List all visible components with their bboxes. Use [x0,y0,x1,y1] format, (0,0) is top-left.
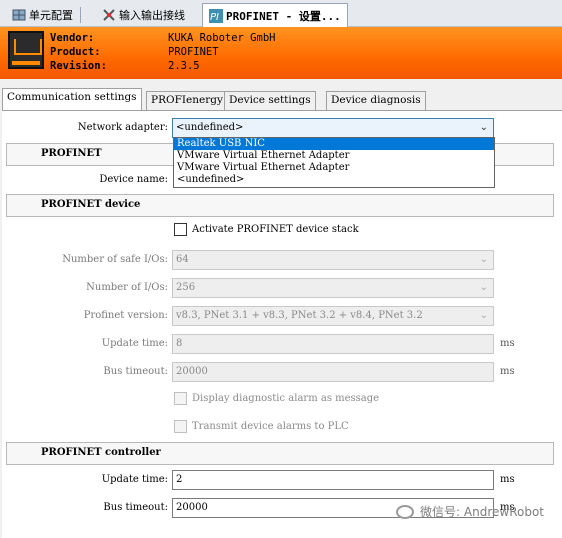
controller-bus-timeout-label: Bus timeout: [103,502,168,513]
display-diagnostic-alarm-checkbox[interactable]: Display diagnostic alarm as message [174,392,379,405]
vendor-value: KUKA Roboter GmbH [168,32,276,44]
watermark: 微信号: AndrewRobot [396,503,544,520]
doc-tab-profinet-settings[interactable]: PI PROFINET - 设置... [202,3,348,27]
product-value: PROFINET [168,46,219,58]
vendor-key: Vendor: [50,32,95,44]
controller-update-time-label: Update time: [101,474,168,485]
doc-tab-io-wiring[interactable]: 输入输出接线 [96,4,191,26]
wechat-icon [396,504,415,519]
device-update-time-input[interactable]: 8 [172,334,494,354]
network-adapter-dropdown: Realtek USB NIC VMware Virtual Ethernet … [173,137,495,188]
dropdown-option[interactable]: <undefined> [174,174,494,186]
product-key: Product: [50,46,101,58]
diagnostic-alarm-label: Display diagnostic alarm as message [192,393,380,404]
svg-text:PI: PI [210,12,219,23]
dropdown-option[interactable]: VMware Virtual Ethernet Adapter [174,150,494,162]
tab-device-diagnosis[interactable]: Device diagnosis [326,91,426,110]
tab-profienergy[interactable]: PROFIenergy [146,91,228,110]
safe-ios-label: Number of safe I/Os: [62,254,168,265]
network-adapter-select[interactable]: <undefined> ⌄ [172,118,494,138]
doc-tab-cell-config[interactable]: 单元配置 [6,4,81,26]
doc-tab-label: PROFINET - 设置... [226,9,341,23]
checkbox-box [174,392,187,405]
profinet-icon: PI [209,8,223,23]
device-header: Vendor: KUKA Roboter GmbH Product: PROFI… [0,27,562,79]
checkbox-box [174,223,187,236]
controller-update-time-unit: ms [500,474,515,485]
section-profinet-controller: PROFINET controller [6,442,554,465]
doc-tab-label: 输入输出接线 [119,9,185,22]
chevron-down-icon: ⌄ [479,310,488,321]
grid-icon [12,9,26,21]
controller-update-time-input[interactable]: 2 [172,470,494,490]
kuka-controller-icon [8,31,44,69]
section-profinet-device: PROFINET device [6,194,554,217]
revision-key: Revision: [50,60,107,72]
tab-device-settings[interactable]: Device settings [224,91,316,110]
wiring-icon [103,9,115,21]
tab-communication-settings[interactable]: Communication settings [2,88,142,110]
profinet-version-select[interactable]: v8.3, PNet 3.1 + v8.3, PNet 3.2 + v8.4, … [172,306,494,326]
checkbox-box [174,420,187,433]
network-adapter-value: <undefined> [176,122,244,133]
chevron-down-icon: ⌄ [479,282,488,293]
device-update-time-unit: ms [500,338,515,349]
device-bus-timeout-input[interactable]: 20000 [172,362,494,382]
safe-ios-value: 64 [176,254,189,265]
safe-ios-select[interactable]: 64 ⌄ [172,250,494,270]
network-adapter-label: Network adapter: [77,122,168,133]
ios-select[interactable]: 256 ⌄ [172,278,494,298]
activate-label: Activate PROFINET device stack [192,224,359,235]
chevron-down-icon: ⌄ [479,254,488,265]
device-bus-timeout-unit: ms [500,366,515,377]
watermark-text: 微信号: AndrewRobot [420,505,544,519]
device-name-label: Device name: [99,174,168,185]
profinet-version-value: v8.3, PNet 3.1 + v8.3, PNet 3.2 + v8.4, … [176,310,423,321]
dropdown-option[interactable]: Realtek USB NIC [174,138,494,150]
document-tab-strip: 单元配置 输入输出接线 PI PROFINET - 设置... [0,0,562,27]
transmit-device-alarms-checkbox[interactable]: Transmit device alarms to PLC [174,420,349,433]
dropdown-option[interactable]: VMware Virtual Ethernet Adapter [174,162,494,174]
doc-tab-label: 单元配置 [29,9,73,22]
ios-value: 256 [176,282,196,293]
activate-device-stack-checkbox[interactable]: Activate PROFINET device stack [174,223,359,236]
device-update-time-label: Update time: [101,338,168,349]
device-bus-timeout-label: Bus timeout: [103,366,168,377]
ios-label: Number of I/Os: [86,282,168,293]
transmit-alarms-label: Transmit device alarms to PLC [192,421,349,432]
revision-value: 2.3.5 [168,60,200,72]
chevron-down-icon: ⌄ [479,122,488,133]
profinet-version-label: Profinet version: [83,310,168,321]
